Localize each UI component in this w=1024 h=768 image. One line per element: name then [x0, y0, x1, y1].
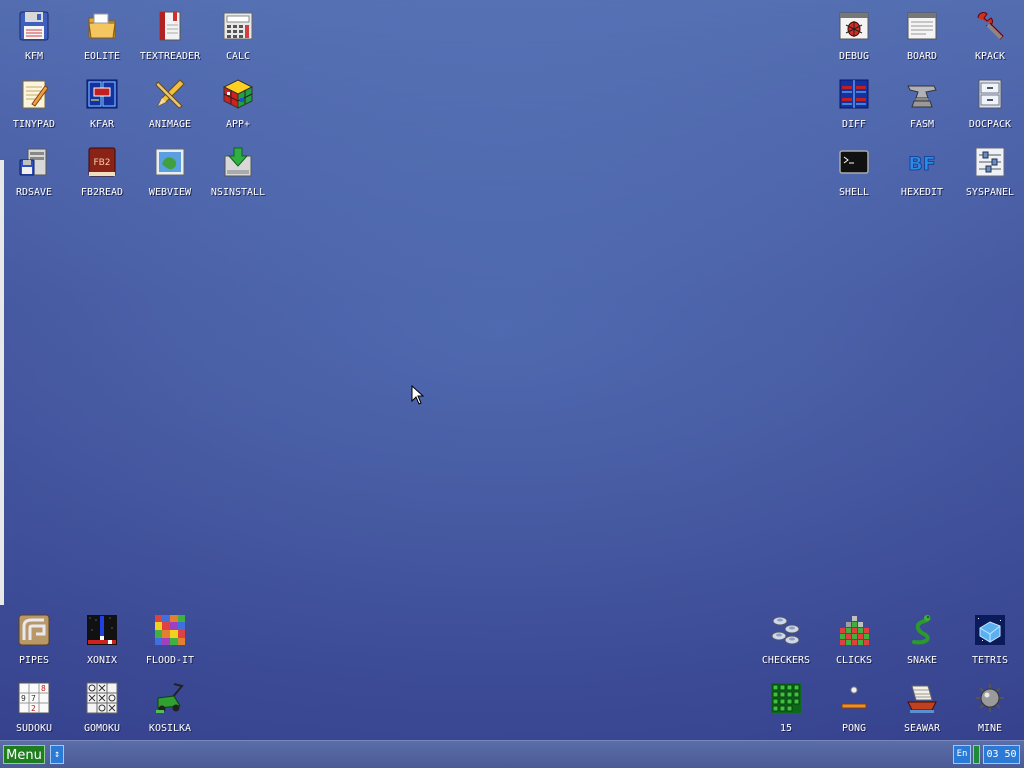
sliders-icon	[974, 146, 1006, 178]
desktop-icon-board[interactable]: BOARD	[888, 0, 956, 68]
desktop-icon-label: MINE	[977, 723, 1003, 734]
tetris-block-icon	[974, 614, 1006, 646]
server-disk-icon	[18, 146, 50, 178]
desktop-icon-kosilka[interactable]: KOSILKA	[136, 672, 204, 740]
book-icon	[154, 10, 186, 42]
left-edge-panel	[0, 160, 4, 605]
desktop-icon-docpack[interactable]: DOCPACK	[956, 68, 1024, 136]
desktop-icon-fb2read[interactable]: FB2 FB2READ	[68, 136, 136, 204]
pipes-icon	[18, 614, 50, 646]
globe-window-icon	[154, 146, 186, 178]
desktop-icon-diff[interactable]: DIFF	[820, 68, 888, 136]
desktop-icon-pong[interactable]: PONG	[820, 672, 888, 740]
svg-text:7: 7	[31, 694, 36, 703]
blocks-icon	[838, 614, 870, 646]
sudoku-grid-icon: 8 972	[18, 682, 50, 714]
floppy-disk-icon	[18, 10, 50, 42]
desktop-icon-syspanel[interactable]: SYSPANEL	[956, 136, 1024, 204]
svg-text:BF: BF	[908, 153, 935, 175]
lawnmower-icon	[154, 682, 186, 714]
desktop-icon-shell[interactable]: SHELL	[820, 136, 888, 204]
desktop-icon-seawar[interactable]: SEAWAR	[888, 672, 956, 740]
clock[interactable]: 03 50	[983, 745, 1020, 764]
dual-panel-icon	[86, 78, 118, 110]
anvil-icon	[906, 78, 938, 110]
desktop-icon-tinypad[interactable]: TINYPAD	[0, 68, 68, 136]
mouse-cursor-icon	[411, 384, 425, 405]
notepad-icon	[18, 78, 50, 110]
desktop-icon-label: APP+	[225, 119, 251, 130]
text-window-icon	[906, 10, 938, 42]
desktop-icon-debug[interactable]: DEBUG	[820, 0, 888, 68]
wrench-icon	[974, 10, 1006, 42]
tray-separator	[973, 745, 980, 764]
pencil-ruler-icon	[154, 78, 186, 110]
fb2-book-icon: FB2	[86, 146, 118, 178]
bug-window-icon	[838, 10, 870, 42]
green-grid-icon	[770, 682, 802, 714]
desktop-icon-textreader[interactable]: TEXTREADER	[136, 0, 204, 68]
desktop-icon-fifteen[interactable]: 15	[752, 672, 820, 740]
desktop-icon-kpack[interactable]: KPACK	[956, 0, 1024, 68]
taskbar: Menu ↕ En 03 50	[0, 740, 1024, 768]
desktop-icon-animage[interactable]: ANIMAGE	[136, 68, 204, 136]
folder-icon	[86, 10, 118, 42]
desktop-icon-label: KPACK	[974, 51, 1006, 62]
desktop-icon-eolite[interactable]: EOLITE	[68, 0, 136, 68]
color-grid-icon	[154, 614, 186, 646]
desktop-icon-pipes[interactable]: PIPES	[0, 604, 68, 672]
desktop-icon-webview[interactable]: WEBVIEW	[136, 136, 204, 204]
snake-icon	[906, 614, 938, 646]
desktop-icon-snake[interactable]: SNAKE	[888, 604, 956, 672]
desktop-icon-clicks[interactable]: CLICKS	[820, 604, 888, 672]
rubik-cube-icon	[222, 78, 254, 110]
desktop-icon-gomoku[interactable]: GOMOKU	[68, 672, 136, 740]
desktop-icon-label: NSINSTALL	[210, 187, 266, 198]
desktop-icon-label: SYSPANEL	[965, 187, 1015, 198]
desktop-icon-kfar[interactable]: KFAR	[68, 68, 136, 136]
hex-bf-icon: BF	[906, 146, 938, 178]
desktop-icon-flood-it[interactable]: FLOOD-IT	[136, 604, 204, 672]
desktop-icon-label: KOSILKA	[148, 723, 192, 734]
desktop-icon-label: CALC	[225, 51, 251, 62]
start-menu-button[interactable]: Menu	[3, 745, 45, 764]
desktop-icon-mine[interactable]: MINE	[956, 672, 1024, 740]
compare-grid-icon	[838, 78, 870, 110]
checkers-pieces-icon	[770, 614, 802, 646]
svg-text:2: 2	[31, 704, 36, 713]
taskbar-scroll-arrows-icon[interactable]: ↕	[50, 745, 64, 764]
svg-text:9: 9	[21, 694, 26, 703]
tic-tac-toe-icon	[86, 682, 118, 714]
svg-text:FB2: FB2	[93, 158, 110, 168]
ship-icon	[906, 682, 938, 714]
terminal-icon	[838, 146, 870, 178]
desktop-icon-tetris[interactable]: TETRIS	[956, 604, 1024, 672]
desktop-icon-label: FLOOD-IT	[145, 655, 195, 666]
desktop-icon-xonix[interactable]: XONIX	[68, 604, 136, 672]
desktop-icon-hexedit[interactable]: BF HEXEDIT	[888, 136, 956, 204]
desktop-icon-calc[interactable]: CALC	[204, 0, 272, 68]
xonix-icon	[86, 614, 118, 646]
svg-text:8: 8	[41, 684, 46, 693]
desktop-icon-fasm[interactable]: FASM	[888, 68, 956, 136]
mine-icon	[974, 682, 1006, 714]
install-download-icon	[222, 146, 254, 178]
desktop-icon-appplus[interactable]: APP+	[204, 68, 272, 136]
desktop-icon-checkers[interactable]: CHECKERS	[752, 604, 820, 672]
keyboard-language-indicator[interactable]: En	[953, 745, 971, 764]
desktop-icon-nsinstall[interactable]: NSINSTALL	[204, 136, 272, 204]
paddle-ball-icon	[838, 682, 870, 714]
desktop-icon-sudoku[interactable]: 8972 SUDOKU	[0, 672, 68, 740]
desktop-icon-kfm[interactable]: KFM	[0, 0, 68, 68]
desktop-icon-label: DOCPACK	[968, 119, 1012, 130]
calculator-icon	[222, 10, 254, 42]
cabinet-icon	[974, 78, 1006, 110]
desktop-icon-label: TETRIS	[971, 655, 1009, 666]
desktop-icon-rdsave[interactable]: RDSAVE	[0, 136, 68, 204]
